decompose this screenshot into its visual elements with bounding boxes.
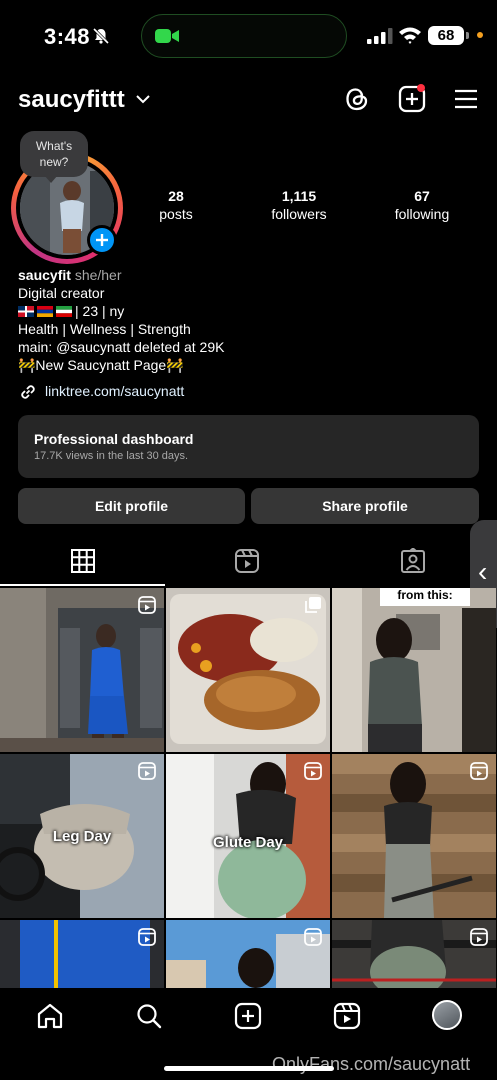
profile-header: saucyfittt [0, 80, 497, 120]
armenia-flag-icon [37, 306, 53, 317]
chevron-down-icon[interactable] [135, 92, 151, 106]
dynamic-island[interactable] [141, 14, 347, 58]
post-caption-overlay: from this: [380, 588, 470, 606]
link-text: linktree.com/saucynatt [45, 383, 185, 399]
dominican-republic-flag-icon [18, 306, 34, 317]
menu-icon[interactable] [451, 84, 481, 114]
grid-post[interactable]: Leg Day [0, 754, 164, 918]
chevron-left-icon: ‹ [478, 556, 488, 587]
edit-profile-button[interactable]: Edit profile [18, 488, 245, 524]
status-time: 3:48 [44, 24, 91, 49]
reel-icon [138, 928, 156, 946]
bio-line-health: Health | Wellness | Strength [18, 321, 191, 337]
following-count: 67 [414, 188, 430, 204]
posts-label: posts [159, 206, 193, 222]
post-thumbnail [332, 588, 496, 752]
share-profile-button[interactable]: Share profile [251, 488, 479, 524]
carousel-icon [305, 597, 321, 613]
reel-icon [138, 762, 156, 780]
grid-post[interactable] [166, 588, 330, 752]
following-stat[interactable]: 67 following [367, 188, 477, 222]
bio-age-location: | 23 | ny [75, 303, 125, 319]
status-bar: 3:48 68 [0, 0, 497, 72]
plus-icon [96, 234, 108, 246]
pronouns: she/her [74, 267, 122, 283]
professional-dashboard[interactable]: Professional dashboard 17.7K views in th… [18, 415, 479, 478]
followers-count: 1,115 [281, 188, 317, 204]
posts-stat[interactable]: 28 posts [121, 188, 231, 222]
reel-icon [470, 928, 488, 946]
reel-icon [304, 762, 322, 780]
whats-new-bubble[interactable]: What's new? [20, 131, 88, 177]
followers-stat[interactable]: 1,115 followers [244, 188, 354, 222]
link-icon [21, 385, 35, 399]
grid-post[interactable]: Glute Day [166, 754, 330, 918]
threads-icon[interactable] [342, 84, 372, 114]
bio-line-flags: | 23 | ny [18, 302, 478, 320]
home-icon[interactable] [36, 1002, 64, 1030]
bio-line-main: main: @saucynatt deleted at 29K [18, 339, 225, 355]
active-tab-indicator [0, 584, 165, 586]
bio-line-new-page: 🚧New Saucynatt Page🚧 [18, 357, 184, 373]
dashboard-subtitle: 17.7K views in the last 30 days. [34, 450, 189, 462]
grid-post[interactable] [166, 920, 330, 988]
following-label: following [394, 206, 450, 222]
grid-post[interactable] [332, 754, 496, 918]
create-icon[interactable] [234, 1002, 262, 1030]
reel-icon [470, 762, 488, 780]
post-overlay-text: Leg Day [52, 828, 112, 845]
grid-post[interactable] [332, 920, 496, 988]
home-indicator[interactable] [164, 1066, 334, 1071]
add-story-button[interactable] [87, 225, 117, 255]
tab-reels[interactable] [235, 548, 259, 574]
tab-tagged[interactable] [401, 548, 425, 574]
battery-cap [466, 32, 469, 39]
facetime-icon [155, 29, 179, 43]
post-overlay-text: Glute Day [212, 834, 284, 851]
battery-indicator: 68 [428, 26, 464, 45]
cellular-signal-icon [367, 28, 393, 44]
grid-post[interactable]: from this: [332, 588, 496, 752]
dashboard-title: Professional dashboard [34, 431, 194, 447]
followers-label: followers [271, 206, 327, 222]
grid-post[interactable] [0, 588, 164, 752]
reel-icon [138, 596, 156, 614]
privacy-indicator-dot [477, 32, 483, 38]
account-switcher[interactable]: saucyfittt [18, 86, 125, 114]
notification-dot [417, 84, 425, 92]
bio-category: Digital creator [18, 285, 105, 301]
bio-name-row: saucyfit she/her [18, 266, 478, 284]
profile-avatar-tab[interactable] [432, 1000, 462, 1030]
tab-grid[interactable] [71, 548, 95, 574]
wifi-icon [399, 27, 421, 44]
bio-section: saucyfit she/her Digital creator | 23 | … [18, 266, 478, 374]
posts-count: 28 [168, 188, 184, 204]
post-grid: from this: Leg Day Glute Day [0, 588, 497, 988]
bubble-tail [44, 175, 58, 183]
bell-muted-icon [92, 27, 110, 45]
display-name: saucyfit [18, 267, 71, 283]
reels-icon[interactable] [333, 1002, 361, 1030]
grid-post[interactable] [0, 920, 164, 988]
watermark: OnlyFans.com/saucynatt [272, 1054, 471, 1074]
reel-icon [304, 928, 322, 946]
search-icon[interactable] [135, 1002, 163, 1030]
iran-flag-icon [56, 306, 72, 317]
